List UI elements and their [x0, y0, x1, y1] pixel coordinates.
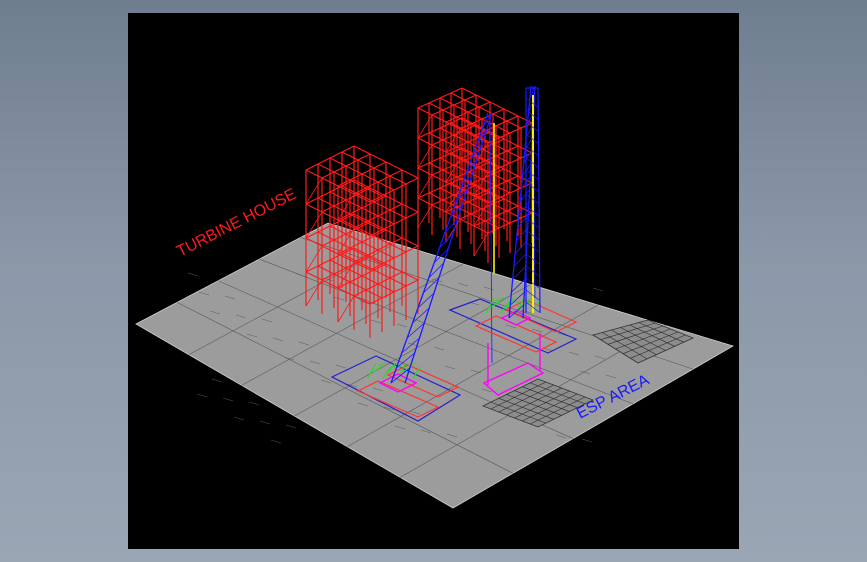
plan-sheet	[135, 222, 734, 509]
turbine-house-structure-right	[417, 87, 533, 263]
cad-viewport[interactable]: TURBINE HOUSE ESP AREA	[128, 13, 739, 549]
isometric-drawing: TURBINE HOUSE ESP AREA	[135, 85, 734, 509]
